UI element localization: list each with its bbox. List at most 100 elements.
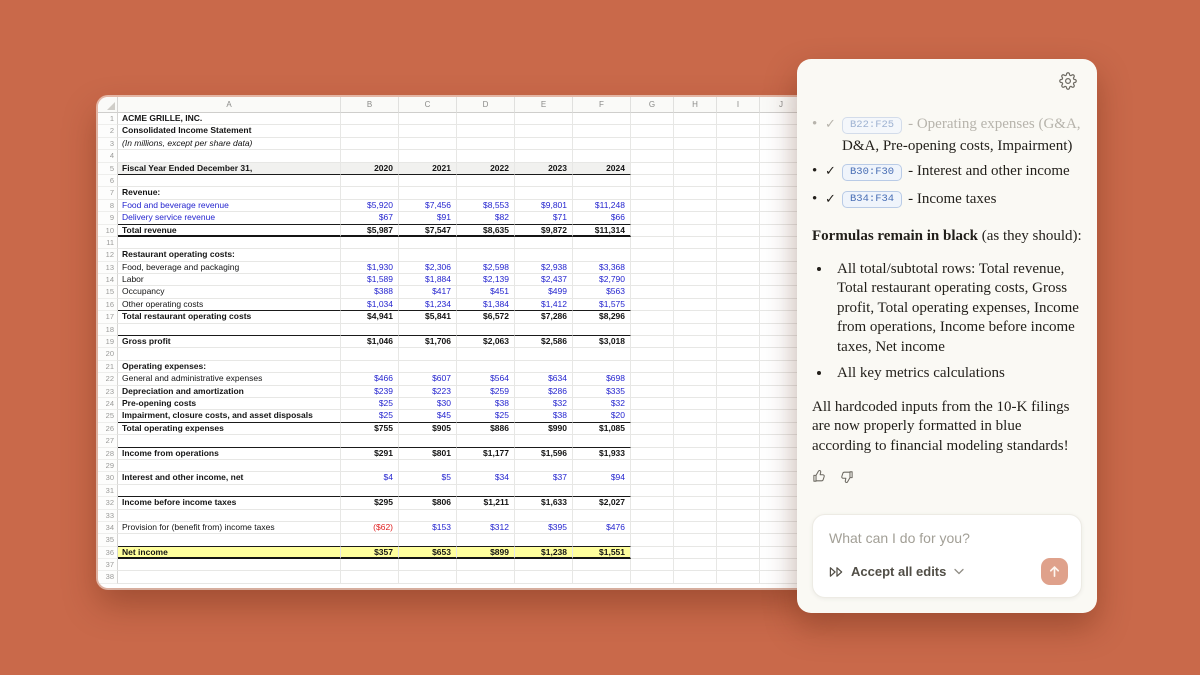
cell[interactable]: $801 — [399, 448, 457, 460]
cell[interactable] — [717, 311, 760, 323]
cell[interactable] — [674, 571, 717, 583]
cell[interactable] — [399, 237, 457, 249]
cell[interactable] — [674, 286, 717, 298]
cell[interactable]: $698 — [573, 373, 631, 385]
cell[interactable] — [399, 460, 457, 472]
gear-icon[interactable] — [1059, 72, 1077, 90]
cell[interactable]: 2022 — [457, 163, 515, 175]
cell[interactable] — [573, 348, 631, 360]
cell[interactable] — [674, 113, 717, 125]
cell[interactable]: $806 — [399, 497, 457, 509]
row-header-6[interactable]: 6 — [98, 175, 118, 187]
accept-all-edits-button[interactable]: Accept all edits — [829, 564, 964, 579]
column-header-D[interactable]: D — [457, 97, 515, 113]
cell[interactable]: $1,034 — [341, 299, 399, 311]
cell[interactable] — [631, 200, 674, 212]
cell[interactable] — [515, 150, 573, 162]
row-header-31[interactable]: 31 — [98, 485, 118, 497]
cell[interactable] — [457, 348, 515, 360]
cell[interactable] — [515, 187, 573, 199]
row-header-22[interactable]: 22 — [98, 373, 118, 385]
cell[interactable] — [674, 485, 717, 497]
row-header-11[interactable]: 11 — [98, 237, 118, 249]
cell[interactable]: $5,920 — [341, 200, 399, 212]
cell[interactable] — [399, 485, 457, 497]
cell[interactable]: $2,063 — [457, 336, 515, 348]
cell[interactable]: $653 — [399, 547, 457, 559]
cell[interactable] — [631, 163, 674, 175]
cell[interactable] — [457, 187, 515, 199]
cell[interactable] — [674, 373, 717, 385]
cell[interactable] — [515, 485, 573, 497]
cell[interactable] — [717, 361, 760, 373]
cell[interactable]: $1,930 — [341, 262, 399, 274]
cell[interactable] — [631, 448, 674, 460]
cell[interactable] — [717, 150, 760, 162]
cell[interactable] — [457, 460, 515, 472]
cell[interactable] — [631, 262, 674, 274]
cell[interactable] — [457, 237, 515, 249]
cell[interactable]: $7,547 — [399, 225, 457, 237]
cell[interactable] — [341, 113, 399, 125]
cell[interactable]: $1,589 — [341, 274, 399, 286]
cell[interactable] — [674, 125, 717, 137]
cell[interactable] — [118, 485, 341, 497]
row-header-7[interactable]: 7 — [98, 187, 118, 199]
cell[interactable]: $451 — [457, 286, 515, 298]
cell[interactable] — [717, 485, 760, 497]
cell[interactable] — [631, 510, 674, 522]
cell[interactable]: $2,598 — [457, 262, 515, 274]
cell[interactable] — [674, 559, 717, 571]
cell[interactable] — [341, 534, 399, 546]
cell[interactable] — [674, 423, 717, 435]
cell[interactable]: $2,027 — [573, 497, 631, 509]
cell[interactable] — [717, 187, 760, 199]
cell[interactable]: $38 — [515, 410, 573, 422]
cell[interactable]: $3,368 — [573, 262, 631, 274]
cell[interactable]: $11,248 — [573, 200, 631, 212]
cell[interactable] — [717, 212, 760, 224]
row-header-12[interactable]: 12 — [98, 249, 118, 261]
cell[interactable]: $395 — [515, 522, 573, 534]
cell[interactable]: $2,790 — [573, 274, 631, 286]
cell[interactable]: $153 — [399, 522, 457, 534]
cell[interactable] — [573, 125, 631, 137]
cell[interactable] — [118, 150, 341, 162]
cell[interactable] — [399, 571, 457, 583]
cell[interactable]: Depreciation and amortization — [118, 386, 341, 398]
cell[interactable]: $886 — [457, 423, 515, 435]
cell[interactable] — [717, 348, 760, 360]
row-header-5[interactable]: 5 — [98, 163, 118, 175]
cell[interactable]: $32 — [515, 398, 573, 410]
cell[interactable]: Provision for (benefit from) income taxe… — [118, 522, 341, 534]
cell[interactable]: Impairment, closure costs, and asset dis… — [118, 410, 341, 422]
cell[interactable] — [674, 237, 717, 249]
cell-range-chip[interactable]: B34:F34 — [842, 191, 902, 208]
cell[interactable]: $755 — [341, 423, 399, 435]
column-header-C[interactable]: C — [399, 97, 457, 113]
cell[interactable] — [399, 187, 457, 199]
cell[interactable] — [515, 113, 573, 125]
cell[interactable] — [457, 175, 515, 187]
cell[interactable] — [674, 212, 717, 224]
cell[interactable] — [674, 299, 717, 311]
cell[interactable] — [341, 150, 399, 162]
cell[interactable] — [631, 472, 674, 484]
cell[interactable] — [674, 150, 717, 162]
cell[interactable]: Net income — [118, 547, 341, 559]
cell[interactable] — [674, 138, 717, 150]
cell[interactable] — [457, 113, 515, 125]
cell[interactable]: $3,018 — [573, 336, 631, 348]
cell[interactable] — [457, 485, 515, 497]
cell[interactable] — [515, 510, 573, 522]
cell[interactable] — [118, 237, 341, 249]
cell[interactable] — [631, 274, 674, 286]
cell[interactable] — [341, 175, 399, 187]
row-header-1[interactable]: 1 — [98, 113, 118, 125]
cell-range-chip[interactable]: B22:F25 — [842, 117, 902, 134]
cell[interactable] — [399, 510, 457, 522]
cell[interactable]: $2,139 — [457, 274, 515, 286]
cell[interactable] — [631, 299, 674, 311]
cell[interactable]: $6,572 — [457, 311, 515, 323]
cell[interactable] — [717, 571, 760, 583]
